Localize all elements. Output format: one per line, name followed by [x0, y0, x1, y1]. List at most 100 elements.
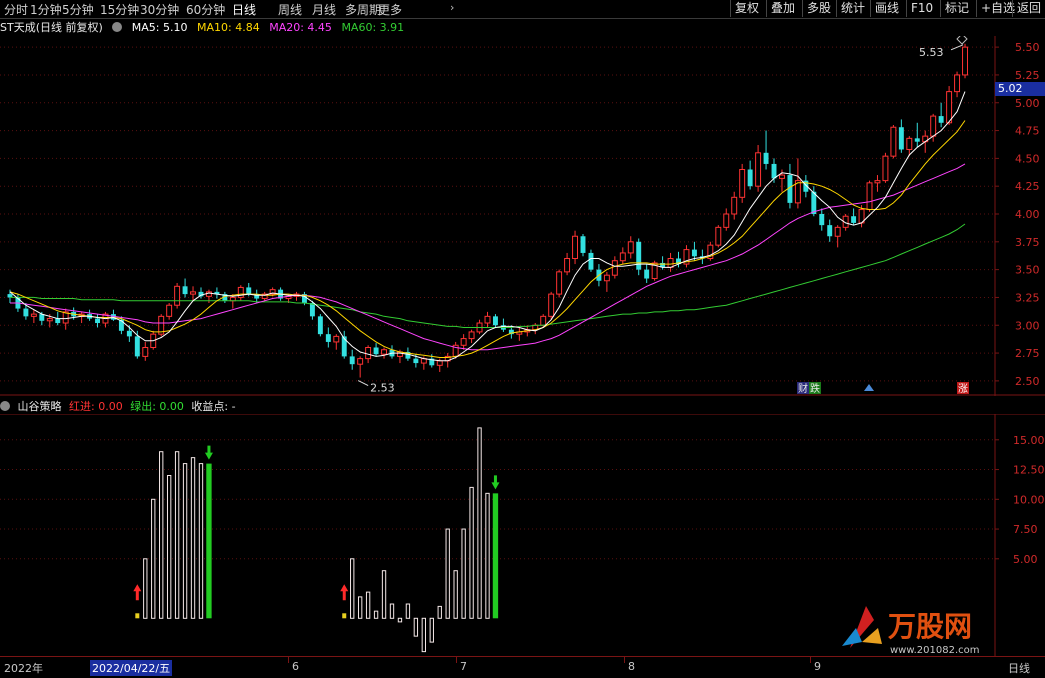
- candle-body: [779, 174, 785, 179]
- period-2[interactable]: 5分钟: [62, 1, 94, 18]
- candle-body: [882, 155, 889, 182]
- tool-3[interactable]: 统计: [836, 0, 869, 17]
- candle-body: [667, 258, 674, 268]
- candle-body: [763, 152, 769, 164]
- period-9[interactable]: 多周期: [345, 1, 381, 18]
- candle-body: [962, 46, 968, 76]
- time-tick: [456, 657, 457, 663]
- signal-bar: [365, 591, 371, 619]
- period-8[interactable]: 月线: [312, 1, 336, 18]
- candle-body: [174, 285, 181, 306]
- candle-body: [548, 293, 555, 317]
- tool-8[interactable]: 返回: [1012, 0, 1045, 17]
- candle-body: [906, 137, 913, 150]
- period-7[interactable]: 周线: [278, 1, 302, 18]
- period-10[interactable]: 更多: [378, 1, 402, 18]
- signal-bar: [182, 463, 188, 619]
- candle-body: [182, 286, 188, 295]
- candle-body: [723, 213, 730, 228]
- tool-0[interactable]: 复权: [730, 0, 763, 17]
- candle-body: [309, 303, 315, 317]
- tool-1[interactable]: 叠加: [766, 0, 799, 17]
- period-4[interactable]: 30分钟: [140, 1, 179, 18]
- candle-body: [930, 115, 937, 137]
- signal-bar: [190, 457, 196, 619]
- candle-body: [190, 291, 196, 295]
- candle-body: [747, 169, 753, 187]
- price-tick-label: 2.50: [1015, 375, 1040, 388]
- low-price-label: 2.53: [370, 382, 395, 395]
- candle-body: [317, 316, 323, 335]
- tool-4[interactable]: 画线: [870, 0, 903, 17]
- candle-body: [834, 226, 841, 237]
- sub-tick-label: 7.50: [1013, 523, 1038, 536]
- candle-body: [564, 258, 571, 273]
- candle-body: [333, 335, 340, 343]
- time-label-2: 6: [292, 660, 299, 673]
- period-3[interactable]: 15分钟: [100, 1, 139, 18]
- candle-body: [636, 241, 642, 270]
- period-5[interactable]: 60分钟: [186, 1, 225, 18]
- signal-bar: [485, 492, 490, 619]
- candle-body: [166, 304, 173, 317]
- stock-title: ST天成(日线 前复权): [0, 21, 103, 34]
- candle-body: [492, 316, 498, 326]
- time-axis: 2022年 2022/04/22/五 6 7 8 9 日线: [0, 656, 1045, 678]
- signal-bar: [166, 475, 172, 619]
- price-tick-label: 4.75: [1015, 125, 1040, 138]
- watermark-url: www.201082.com: [890, 645, 980, 656]
- event-marker[interactable]: 财: [798, 382, 808, 395]
- candle-body: [580, 236, 586, 253]
- candle-body: [468, 331, 475, 340]
- candle-body: [946, 91, 953, 124]
- price-tick-label: 3.25: [1015, 291, 1040, 304]
- watermark-logo: 万股网 www.201082.com: [842, 606, 980, 656]
- signal-bar: [357, 596, 363, 619]
- event-marker[interactable]: 跌: [810, 382, 820, 395]
- candle-body: [55, 318, 61, 324]
- red-in-value: 红进: 0.00: [69, 400, 123, 413]
- price-tick-label: 4.00: [1015, 208, 1040, 221]
- time-label-3: 7: [460, 660, 467, 673]
- candle-body: [627, 241, 634, 254]
- signal-bar: [429, 617, 434, 643]
- buy-point-bar: [342, 613, 347, 619]
- candle-body: [890, 126, 897, 157]
- tool-2[interactable]: 多股: [802, 0, 835, 17]
- candle-body: [325, 334, 331, 342]
- high-price-label: 5.53: [919, 46, 944, 59]
- candle-body: [588, 252, 594, 270]
- tool-6[interactable]: 标记: [940, 0, 973, 17]
- main-kline-chart[interactable]: 5.50 5.25 5.00 4.75 4.50 4.25 4.00 3.75 3.50 3.25…: [0, 36, 1045, 396]
- settings-icon[interactable]: [112, 22, 123, 32]
- profit-point-value: 收益点: -: [191, 400, 236, 413]
- candle-body: [619, 252, 626, 262]
- signal-bar: [492, 493, 499, 619]
- candle-body: [739, 169, 746, 198]
- tool-5[interactable]: F10: [906, 0, 937, 17]
- candle-body: [484, 315, 491, 324]
- time-tick: [288, 657, 289, 663]
- signal-bar: [151, 498, 156, 619]
- signal-bar: [198, 463, 204, 619]
- time-tick: [624, 657, 625, 663]
- period-6[interactable]: 日线: [232, 1, 256, 18]
- time-label-5: 9: [814, 660, 821, 673]
- time-label-1: 2022/04/22/五: [90, 660, 173, 676]
- candle-body: [365, 347, 372, 360]
- candle-body: [755, 152, 762, 187]
- period-1[interactable]: 1分钟: [30, 1, 62, 18]
- ma20-value: MA20: 4.45: [269, 21, 332, 34]
- event-marker[interactable]: 涨: [958, 383, 968, 395]
- watermark-brand: 万股网: [888, 610, 972, 643]
- candle-body: [436, 360, 443, 366]
- candle-body: [898, 127, 904, 150]
- more-chevron-icon[interactable]: ›: [450, 1, 454, 14]
- signal-bar: [174, 451, 180, 619]
- price-tick-label: 3.75: [1015, 236, 1040, 249]
- candle-body: [556, 271, 563, 295]
- candle-body: [460, 338, 467, 346]
- signal-bar: [461, 528, 466, 619]
- sub-settings-icon[interactable]: [0, 401, 10, 411]
- period-0[interactable]: 分时: [4, 1, 28, 18]
